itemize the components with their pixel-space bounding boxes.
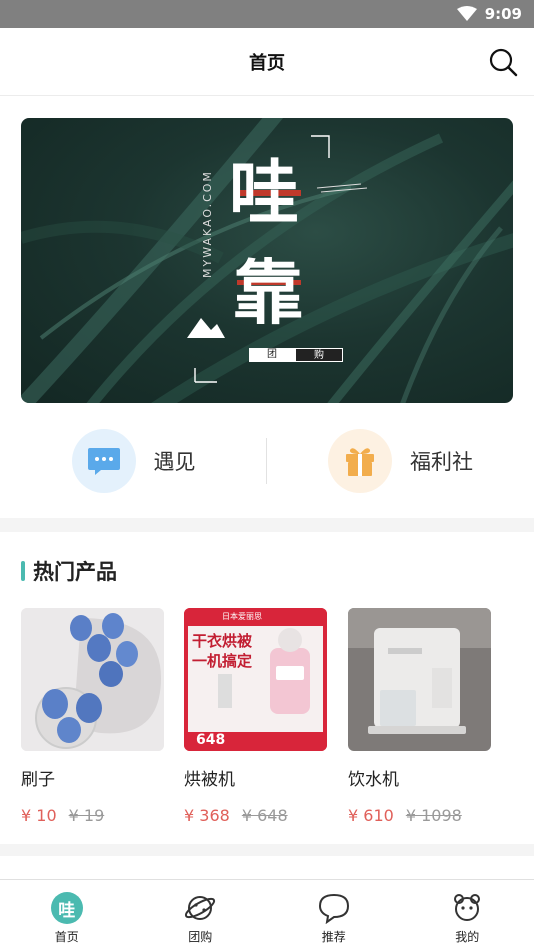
tab-recommend-label: 推荐 [321, 930, 346, 944]
banner-brand-char-2: 靠 [233, 252, 303, 334]
tab-home[interactable]: 哇 首页 [0, 880, 134, 949]
tab-group-buy-label: 团购 [188, 930, 213, 944]
product-card-brush[interactable]: 刷子 ¥ 10 ¥ 19 [21, 608, 164, 825]
search-icon[interactable] [488, 47, 518, 77]
page-title: 首页 [249, 52, 285, 74]
home-wa-icon: 哇 [50, 892, 83, 924]
product-image-dispenser [348, 608, 491, 751]
status-bar: 9:09 [0, 0, 534, 28]
banner-tag-1: 团 [249, 348, 295, 362]
product-card-dryer[interactable]: 日本爱丽思 干衣烘被 一机搞定 648 烘被机 ¥ 368 ¥ 648 [184, 608, 327, 825]
banner-brand-char-1: 哇 [229, 152, 299, 234]
status-time: 9:09 [484, 5, 522, 23]
quick-links-divider [266, 438, 267, 484]
product-original-price: ¥ 1098 [405, 806, 462, 825]
product-original-price: ¥ 19 [68, 806, 105, 825]
quick-link-welfare[interactable]: 福利社 [267, 429, 534, 493]
product-price: ¥ 368 [184, 806, 230, 825]
wifi-icon [456, 6, 477, 21]
promo-banner[interactable]: MYWAKAO.COM 哇 靠 团 购 [21, 118, 513, 403]
ad-price: 648 [196, 732, 226, 748]
product-card-dispenser[interactable]: 饮水机 ¥ 610 ¥ 1098 [348, 608, 491, 825]
product-image-dryer: 日本爱丽思 干衣烘被 一机搞定 648 [184, 608, 327, 751]
product-name: 刷子 [21, 770, 55, 790]
chat-icon [318, 893, 349, 924]
quick-links: 遇见 福利社 [0, 426, 534, 496]
hot-products-heading: 热门产品 [21, 556, 117, 586]
profile-icon [454, 894, 481, 921]
ad-brand: 日本爱丽思 [222, 612, 262, 621]
product-price: ¥ 10 [21, 806, 57, 825]
planet-icon [185, 896, 216, 920]
chat-bubble-icon [71, 429, 136, 493]
tab-profile-label: 我的 [455, 930, 480, 944]
heading-accent-bar [21, 561, 25, 581]
product-image-brush [21, 608, 164, 751]
hot-products-title: 热门产品 [33, 560, 117, 584]
section-divider-bottom [0, 844, 534, 856]
quick-link-meet[interactable]: 遇见 [0, 429, 267, 493]
ad-headline-2: 一机搞定 [192, 652, 253, 670]
app-header: 首页 [0, 28, 534, 96]
gift-icon [328, 429, 392, 493]
product-original-price: ¥ 648 [241, 806, 288, 825]
tab-profile[interactable]: 我的 [401, 880, 534, 949]
banner-tag-2: 购 [295, 348, 343, 362]
quick-link-meet-label: 遇见 [153, 450, 196, 474]
banner-tag: 团 购 [249, 348, 343, 362]
section-divider [0, 518, 534, 532]
ad-headline-1: 干衣烘被 [192, 632, 253, 650]
product-name: 饮水机 [348, 770, 399, 790]
bottom-tab-bar: 哇 首页 团购 推荐 我的 [0, 879, 534, 949]
product-name: 烘被机 [184, 770, 235, 790]
tab-recommend[interactable]: 推荐 [267, 880, 401, 949]
product-price: ¥ 610 [348, 806, 394, 825]
banner-url: MYWAKAO.COM [201, 170, 214, 278]
tab-home-label: 首页 [54, 930, 79, 944]
tab-group-buy[interactable]: 团购 [134, 880, 268, 949]
quick-link-welfare-label: 福利社 [410, 450, 473, 474]
